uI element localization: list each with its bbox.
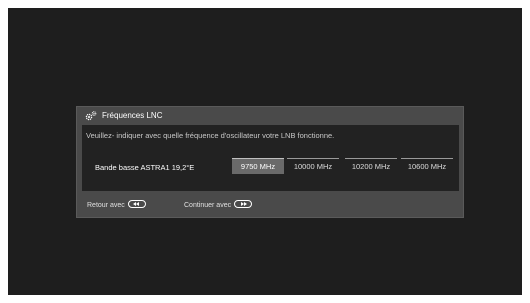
frequency-option-label: 9750 MHz [240, 162, 276, 171]
frequency-option-label: 10000 MHz [293, 162, 333, 171]
frequency-option-9750[interactable]: 9750 MHz [232, 158, 284, 174]
continue-hint[interactable]: Continuer avec [184, 200, 253, 210]
frequency-option-10000[interactable]: 10000 MHz [287, 158, 339, 174]
dialog-title: Fréquences LNC [102, 111, 163, 120]
frequency-option-label: 10200 MHz [351, 162, 391, 171]
rewind-button-icon [127, 200, 146, 209]
dialog-footer: Retour avec Continuer avec [77, 197, 463, 211]
frequency-option-label: 10600 MHz [407, 162, 447, 171]
continue-label: Continuer avec [184, 202, 232, 209]
gear-icon [85, 111, 97, 121]
frequency-option-10600[interactable]: 10600 MHz [401, 158, 453, 174]
back-label: Retour avec [87, 202, 125, 209]
dialog-title-bar: Fréquences LNC [77, 107, 463, 124]
band-label: Bande basse ASTRA1 19,2°E [95, 163, 195, 172]
dialog-content: Veuillez- indiquer avec quelle fréquence… [82, 125, 459, 191]
fast-forward-button-icon [234, 200, 253, 209]
tv-screen: Fréquences LNC Veuillez- indiquer avec q… [8, 8, 522, 295]
back-hint[interactable]: Retour avec [87, 200, 146, 210]
instruction-text: Veuillez- indiquer avec quelle fréquence… [86, 131, 335, 140]
lnb-frequency-dialog: Fréquences LNC Veuillez- indiquer avec q… [76, 106, 464, 218]
frequency-option-10200[interactable]: 10200 MHz [345, 158, 397, 174]
